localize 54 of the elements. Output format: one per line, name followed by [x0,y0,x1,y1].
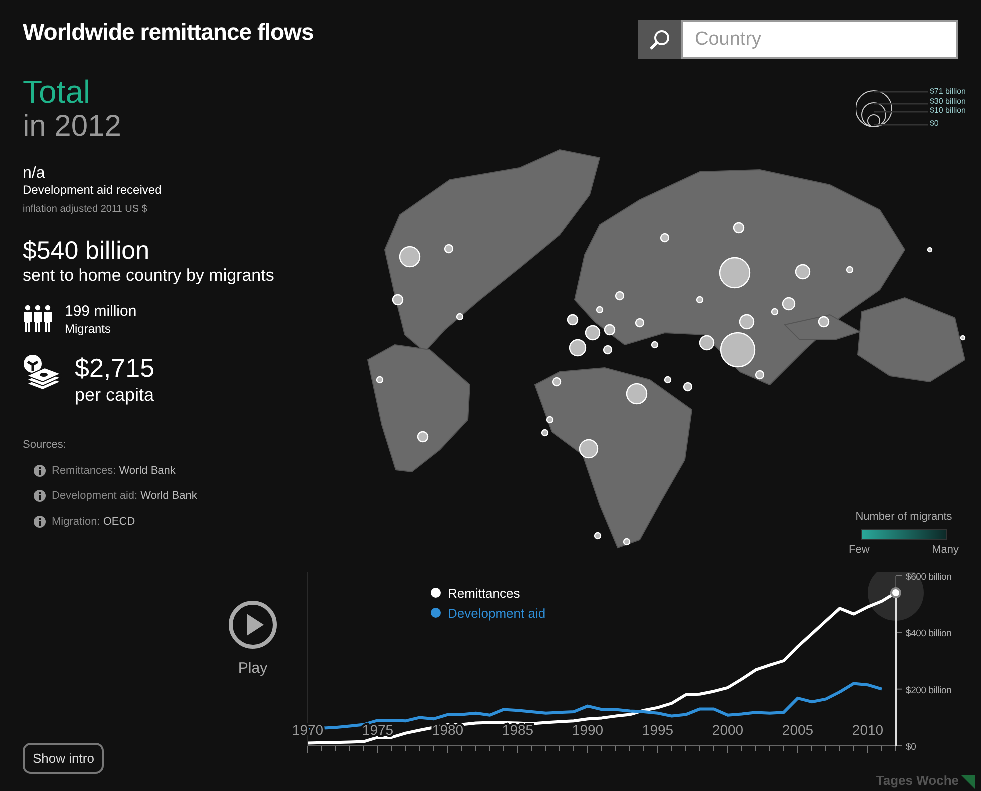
legend-label: Remittances [448,586,520,601]
x-tick-label: 1975 [362,722,394,738]
x-tick-label: 2005 [782,722,814,738]
y-tick-label: $400 billion [906,628,952,640]
country-search-field[interactable]: Country [681,20,958,59]
x-tick-label: 1985 [502,722,534,738]
scale-low-label: Few [849,542,870,558]
year-handle [890,588,902,598]
year-label: in 2012 [23,110,122,144]
color-legend-title: Number of migrants [854,510,954,525]
bubble-legend-label: $0 [930,118,940,128]
per-capita-label: per capita [75,384,155,407]
x-tick-label: 1980 [432,722,464,738]
logo: Tages Woche [876,772,959,790]
aid-value: n/a [23,164,46,183]
x-tick-label: 1990 [572,722,604,738]
x-tick-label: 1970 [292,722,324,738]
x-tick-label: 2000 [712,722,744,738]
source-link[interactable]: Migration: OECD [52,514,136,530]
migrants-value: 199 million [65,303,137,320]
source-link[interactable]: Development aid: World Bank [52,488,198,504]
search-icon [648,28,670,50]
info-icon [34,490,46,502]
legend-dot [431,608,441,618]
bubble-legend-label: $30 billion [930,96,966,106]
legend-dot [431,588,441,598]
show-intro-button[interactable]: Show intro [23,742,104,774]
play-icon [228,600,278,650]
info-icon [34,516,46,528]
money-icon [23,354,63,390]
logo-corner-icon [961,775,975,789]
remittance-value: $540 billion [23,237,150,265]
inflation-note: inflation adjusted 2011 US $ [23,203,148,217]
per-capita-value: $2,715 [75,354,155,382]
x-tick-label: 2010 [852,722,884,738]
search-button[interactable] [638,20,681,59]
y-tick-label: $0 [906,742,916,753]
remittance-label: sent to home country by migrants [23,265,274,287]
sources-heading: Sources: [23,438,68,453]
source-link[interactable]: Remittances: World Bank [52,462,176,479]
total-heading: Total [23,74,92,110]
legend-label: Development aid [448,606,546,621]
y-tick-label: $600 billion [906,572,952,583]
scale-high-label: Many [932,542,959,558]
page-title: Worldwide remittance flows [23,18,314,46]
people-icon [23,303,53,333]
y-tick-label: $200 billion [906,685,952,696]
x-tick-label: 1995 [642,722,674,738]
aid-label: Development aid received [23,183,163,198]
bubble-legend-label: $71 billion [930,87,966,96]
info-icon [34,464,46,477]
play-button[interactable]: Play [228,600,278,680]
bubble-legend-label: $10 billion [930,106,966,116]
migrants-label: Migrants [65,321,112,338]
